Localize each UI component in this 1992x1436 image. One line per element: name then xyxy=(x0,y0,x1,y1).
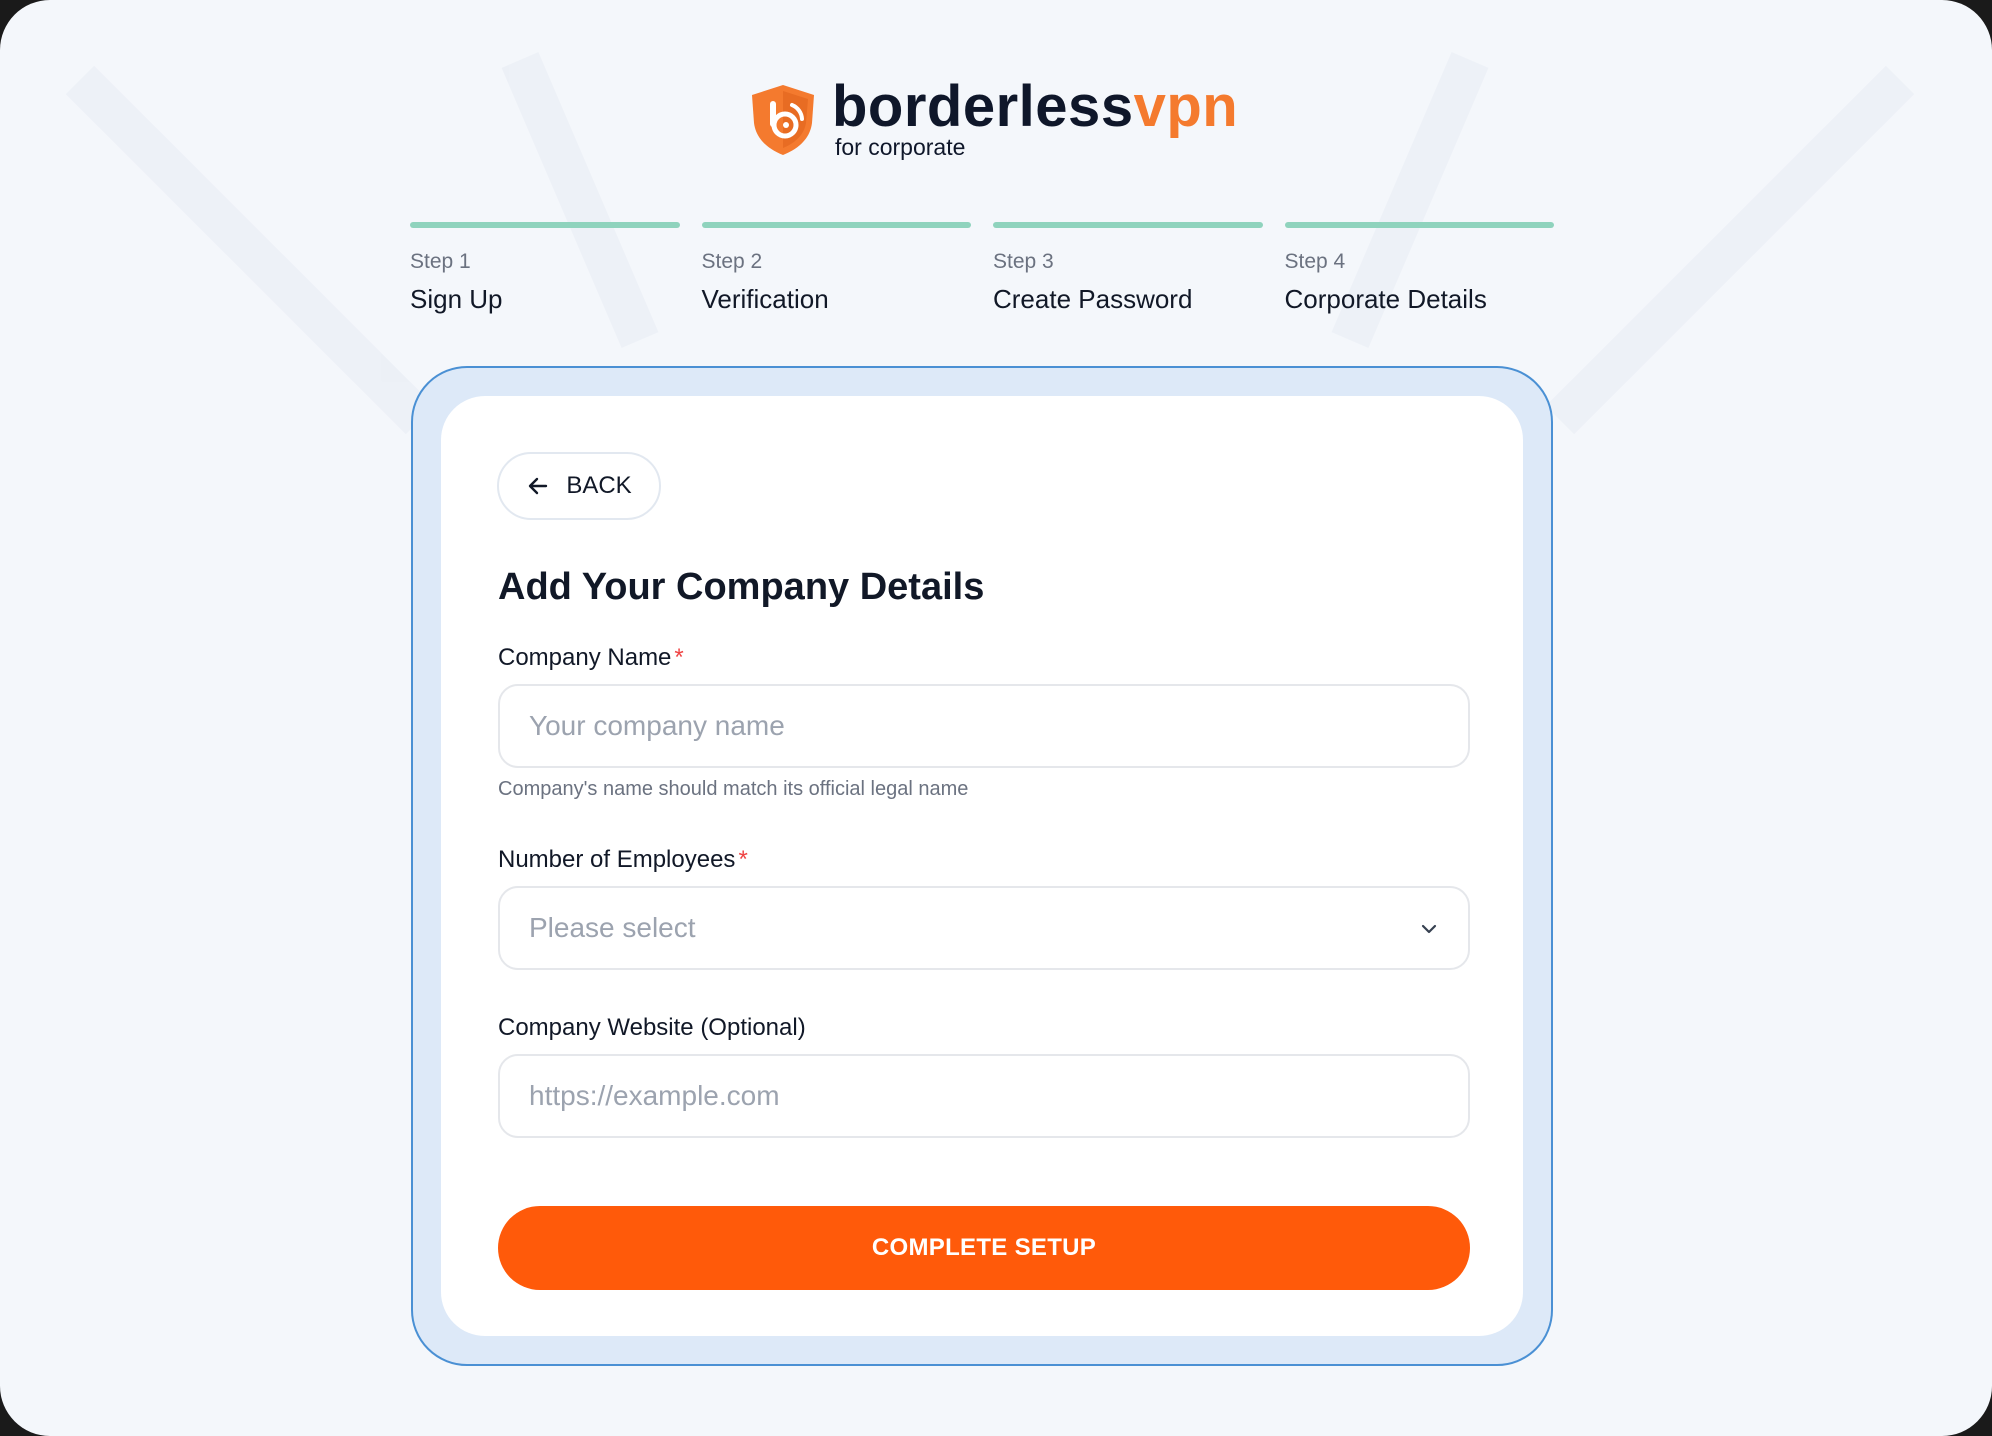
brand-subtitle: for corporate xyxy=(835,134,966,160)
step-bar xyxy=(701,222,971,228)
step-bar xyxy=(410,222,680,228)
required-marker: * xyxy=(738,846,748,873)
step-corporate-details: Step 4 Corporate Details xyxy=(1284,222,1554,315)
brand-name: borderlessvpn xyxy=(832,74,1239,139)
website-input[interactable]: https://example.com xyxy=(498,1054,1470,1138)
step-verification: Step 2 Verification xyxy=(701,222,971,315)
required-marker: * xyxy=(674,644,684,671)
brand-logo: borderlessvpn for corporate xyxy=(748,74,1239,160)
arrow-left-icon xyxy=(529,477,548,495)
form-card: BACK Add Your Company Details Company Na… xyxy=(441,396,1523,1336)
step-label: Create Password xyxy=(993,284,1193,314)
complete-setup-button[interactable]: COMPLETE SETUP xyxy=(498,1206,1470,1290)
shield-b-icon xyxy=(752,85,814,155)
website-placeholder: https://example.com xyxy=(529,1080,780,1111)
app-frame: borderlessvpn for corporate Step 1 Sign … xyxy=(0,0,1992,1436)
employees-select[interactable]: Please select xyxy=(498,886,1470,970)
form-card-frame: BACK Add Your Company Details Company Na… xyxy=(411,366,1553,1366)
step-number: Step 3 xyxy=(993,250,1054,273)
step-label: Verification xyxy=(701,284,829,314)
company-name-input[interactable]: Your company name xyxy=(498,684,1470,768)
step-bar xyxy=(993,222,1263,228)
progress-steps: Step 1 Sign Up Step 2 Verification Step … xyxy=(410,222,1554,315)
back-button[interactable]: BACK xyxy=(497,452,661,520)
step-create-password: Step 3 Create Password xyxy=(993,222,1263,315)
company-name-hint: Company's name should match its official… xyxy=(498,778,969,800)
step-number: Step 2 xyxy=(701,250,763,273)
chevron-down-icon xyxy=(1421,924,1437,934)
company-name-placeholder: Your company name xyxy=(529,710,785,741)
back-button-label: BACK xyxy=(566,472,632,499)
website-label: Company Website (Optional) xyxy=(498,1014,806,1041)
company-name-label: Company Name * xyxy=(498,644,684,671)
step-number: Step 4 xyxy=(1284,250,1346,273)
step-label: Sign Up xyxy=(410,284,503,314)
form-title: Add Your Company Details xyxy=(498,566,985,608)
employees-selected-value: Please select xyxy=(529,912,696,943)
step-sign-up: Step 1 Sign Up xyxy=(410,222,680,315)
step-number: Step 1 xyxy=(410,250,471,273)
step-label: Corporate Details xyxy=(1284,284,1487,314)
employees-label: Number of Employees * xyxy=(498,846,748,873)
step-bar xyxy=(1284,222,1554,228)
